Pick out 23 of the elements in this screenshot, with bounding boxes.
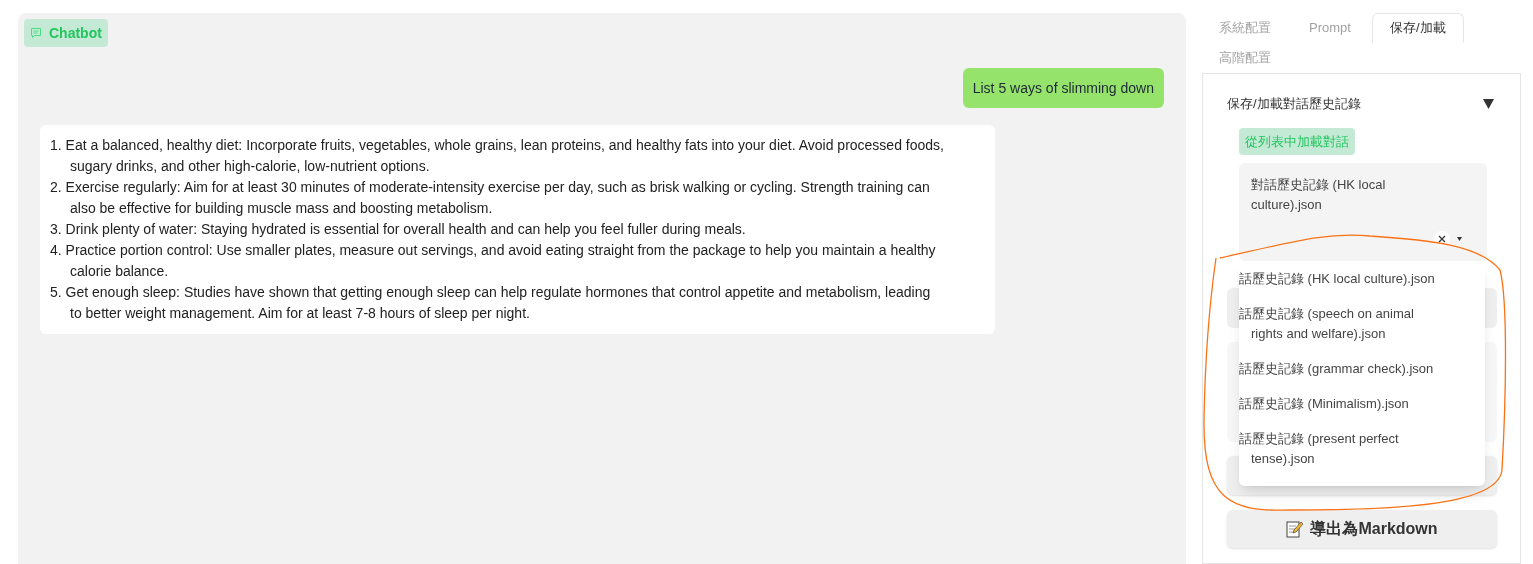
dropdown-option[interactable]: 話歷史記錄 (Minimalism).json [1239, 388, 1485, 423]
memo-icon [1286, 520, 1305, 538]
list-item: 3. Drink plenty of water: Staying hydrated is essential for overall health and can help you feel fuller during meals. [50, 220, 747, 239]
dropdown-option[interactable]: 話歷史記錄 (grammar check).json [1239, 353, 1485, 388]
clear-icon[interactable] [1434, 231, 1450, 247]
dropdown-field[interactable]: 對話歷史記錄 (HK local culture).json [1239, 163, 1487, 261]
user-message: List 5 ways of slimming down [962, 68, 1164, 108]
dropdown-option[interactable]: 話歷史記錄 (present perfect tense).json [1239, 423, 1485, 478]
tab[interactable]: 保存/加載 [1371, 13, 1464, 43]
dropdown-option[interactable]: 話歷史記錄 (speech on animal rights and welfare).json [1239, 298, 1485, 353]
dropdown-label: 從列表中加載對話 [1239, 127, 1355, 155]
caret-icon[interactable] [1457, 237, 1462, 241]
expand-triangle-icon[interactable] [1483, 98, 1494, 109]
chatbot-label: Chatbot [24, 19, 108, 47]
accordion-title[interactable]: 保存/加載對話歷史記錄 [1227, 94, 1361, 114]
dropdown-value: 對話歷史記錄 (HK local culture).json [1251, 176, 1387, 214]
dropdown-option[interactable]: 話歷史記錄 (HK local culture).json [1239, 263, 1485, 298]
list-item: 1. Eat a balanced, healthy diet: Incorporate fruits, vegetables, whole grains, lean proteins, and healthy fats into your diet. Avoid processed foods, sugary drinks, and other high-calorie, low-nutrient options. [50, 136, 945, 176]
list-item: 5. Get enough sleep: Studies have shown that getting enough sleep can help regulate hormones that control appetite and metabolism, leading to better weight management. Aim for at least 7-8 hours of sleep per night. [50, 283, 932, 323]
export-button[interactable]: 導出為Markdown [1227, 510, 1497, 548]
list-item: 4. Practice portion control: Use smaller plates, measure out servings, and avoid eating straight from the package to help you maintain a healthy calorie balance. [50, 241, 937, 281]
chat-icon [30, 27, 42, 39]
list-item: 2. Exercise regularly: Aim for at least 30 minutes of moderate-intensity exercise per day, such as brisk walking or cycling. Strength training can also be effective for building muscle mass and boosting metabolism. [50, 178, 931, 218]
